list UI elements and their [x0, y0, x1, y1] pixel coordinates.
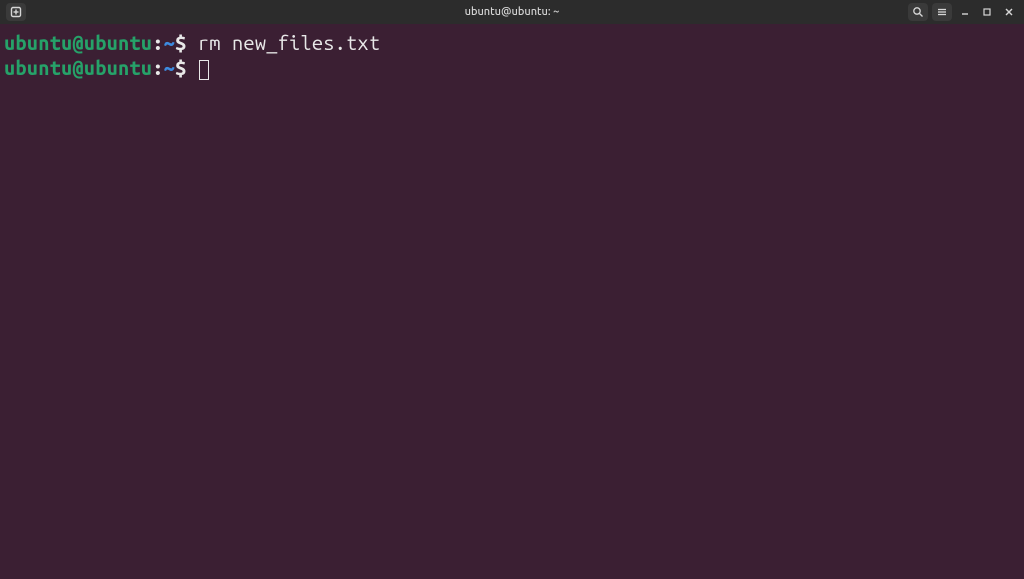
menu-button[interactable]	[932, 3, 952, 21]
prompt-dollar: $	[175, 56, 186, 79]
close-button[interactable]	[1000, 3, 1018, 21]
prompt-colon: :	[152, 56, 163, 79]
terminal-area[interactable]: ubuntu@ubuntu:~$ rm new_files.txtubuntu@…	[0, 24, 1024, 579]
search-button[interactable]	[908, 3, 928, 21]
new-tab-button[interactable]	[6, 3, 26, 21]
prompt-path: ~	[164, 56, 175, 79]
prompt-userhost: ubuntu@ubuntu	[4, 31, 152, 54]
prompt-userhost: ubuntu@ubuntu	[4, 56, 152, 79]
maximize-button[interactable]	[978, 3, 996, 21]
minimize-button[interactable]	[956, 3, 974, 21]
titlebar: ubuntu@ubuntu: ~	[0, 0, 1024, 24]
command-text: rm new_files.txt	[198, 31, 380, 54]
window-title: ubuntu@ubuntu: ~	[465, 6, 560, 18]
prompt-colon: :	[152, 31, 163, 54]
terminal-line: ubuntu@ubuntu:~$	[4, 55, 1020, 80]
prompt-path: ~	[164, 31, 175, 54]
cursor	[199, 60, 209, 80]
terminal-line: ubuntu@ubuntu:~$ rm new_files.txt	[4, 30, 1020, 55]
prompt-dollar: $	[175, 31, 186, 54]
